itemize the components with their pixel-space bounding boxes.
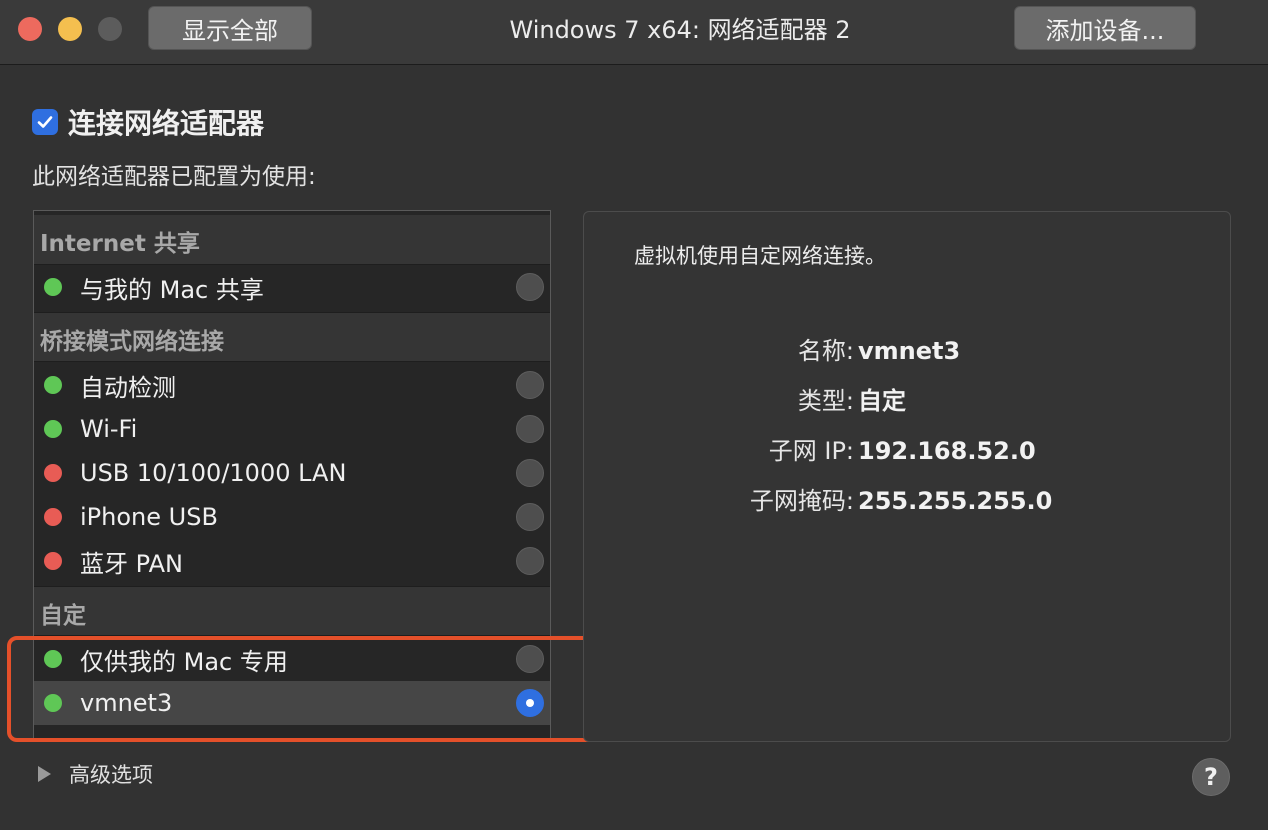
status-dot-icon — [44, 278, 62, 296]
status-dot-icon — [44, 508, 62, 526]
group-header-bridged: 桥接模式网络连接 — [34, 312, 550, 362]
radio-button[interactable] — [516, 371, 544, 399]
list-item-share-with-mac[interactable]: 与我的 Mac 共享 — [34, 265, 550, 309]
detail-field-type: 类型: 自定 — [584, 381, 1230, 421]
show-all-button[interactable]: 显示全部 — [148, 6, 312, 50]
field-key: 类型: — [797, 387, 854, 415]
minimize-window-button[interactable] — [58, 17, 82, 41]
add-device-button[interactable]: 添加设备... — [1014, 6, 1196, 50]
detail-description: 虚拟机使用自定网络连接。 — [634, 244, 886, 268]
detail-field-subnet-mask: 子网掩码: 255.255.255.0 — [584, 481, 1230, 521]
close-window-button[interactable] — [18, 17, 42, 41]
zoom-window-button[interactable] — [98, 17, 122, 41]
field-value: 192.168.52.0 — [858, 437, 1036, 465]
group-header-custom: 自定 — [34, 586, 550, 636]
status-dot-icon — [44, 376, 62, 394]
radio-button[interactable] — [516, 459, 544, 487]
group-header-internet-sharing: Internet 共享 — [34, 215, 550, 265]
network-detail-panel: 虚拟机使用自定网络连接。 名称: vmnet3 类型: 自定 子网 IP: 19… — [583, 211, 1231, 742]
help-button[interactable]: ? — [1192, 758, 1230, 796]
detail-field-subnet-ip: 子网 IP: 192.168.52.0 — [584, 431, 1230, 471]
field-key: 名称: — [797, 337, 854, 365]
list-item-label: 自动检测 — [80, 373, 176, 402]
field-key: 子网 IP: — [768, 437, 854, 465]
status-dot-icon — [44, 420, 62, 438]
annotation-highlight-box — [7, 636, 655, 742]
advanced-options-disclosure[interactable]: 高级选项 — [38, 759, 153, 789]
field-value: 自定 — [858, 387, 906, 415]
list-item-autodetect[interactable]: 自动检测 — [34, 363, 550, 407]
list-item-label: 蓝牙 PAN — [80, 549, 183, 578]
list-item-label: iPhone USB — [80, 503, 218, 531]
list-item-bluetooth-pan[interactable]: 蓝牙 PAN — [34, 539, 550, 583]
list-item-wifi[interactable]: Wi-Fi — [34, 407, 550, 451]
radio-button[interactable] — [516, 503, 544, 531]
connect-adapter-checkbox[interactable] — [32, 109, 58, 135]
field-value: vmnet3 — [858, 337, 961, 365]
connect-adapter-row[interactable]: 连接网络适配器 — [32, 104, 264, 140]
title-bar: 显示全部 Windows 7 x64: 网络适配器 2 添加设备... — [0, 0, 1268, 65]
status-dot-icon — [44, 552, 62, 570]
radio-button[interactable] — [516, 547, 544, 575]
detail-field-name: 名称: vmnet3 — [584, 331, 1230, 371]
checkmark-icon — [37, 116, 53, 128]
list-item-label: 与我的 Mac 共享 — [80, 275, 264, 304]
adapter-config-description: 此网络适配器已配置为使用: — [32, 164, 316, 190]
connect-adapter-label: 连接网络适配器 — [68, 107, 265, 140]
radio-button[interactable] — [516, 273, 544, 301]
list-item-label: Wi-Fi — [80, 415, 138, 443]
field-key: 子网掩码: — [749, 487, 854, 515]
radio-button[interactable] — [516, 415, 544, 443]
status-dot-icon — [44, 464, 62, 482]
window-title: Windows 7 x64: 网络适配器 2 — [509, 16, 851, 44]
list-item-usb-lan[interactable]: USB 10/100/1000 LAN — [34, 451, 550, 495]
advanced-options-label: 高级选项 — [69, 763, 153, 787]
field-value: 255.255.255.0 — [858, 487, 1053, 515]
list-item-label: USB 10/100/1000 LAN — [80, 459, 347, 487]
disclosure-triangle-icon[interactable] — [38, 766, 51, 782]
list-item-iphone-usb[interactable]: iPhone USB — [34, 495, 550, 539]
